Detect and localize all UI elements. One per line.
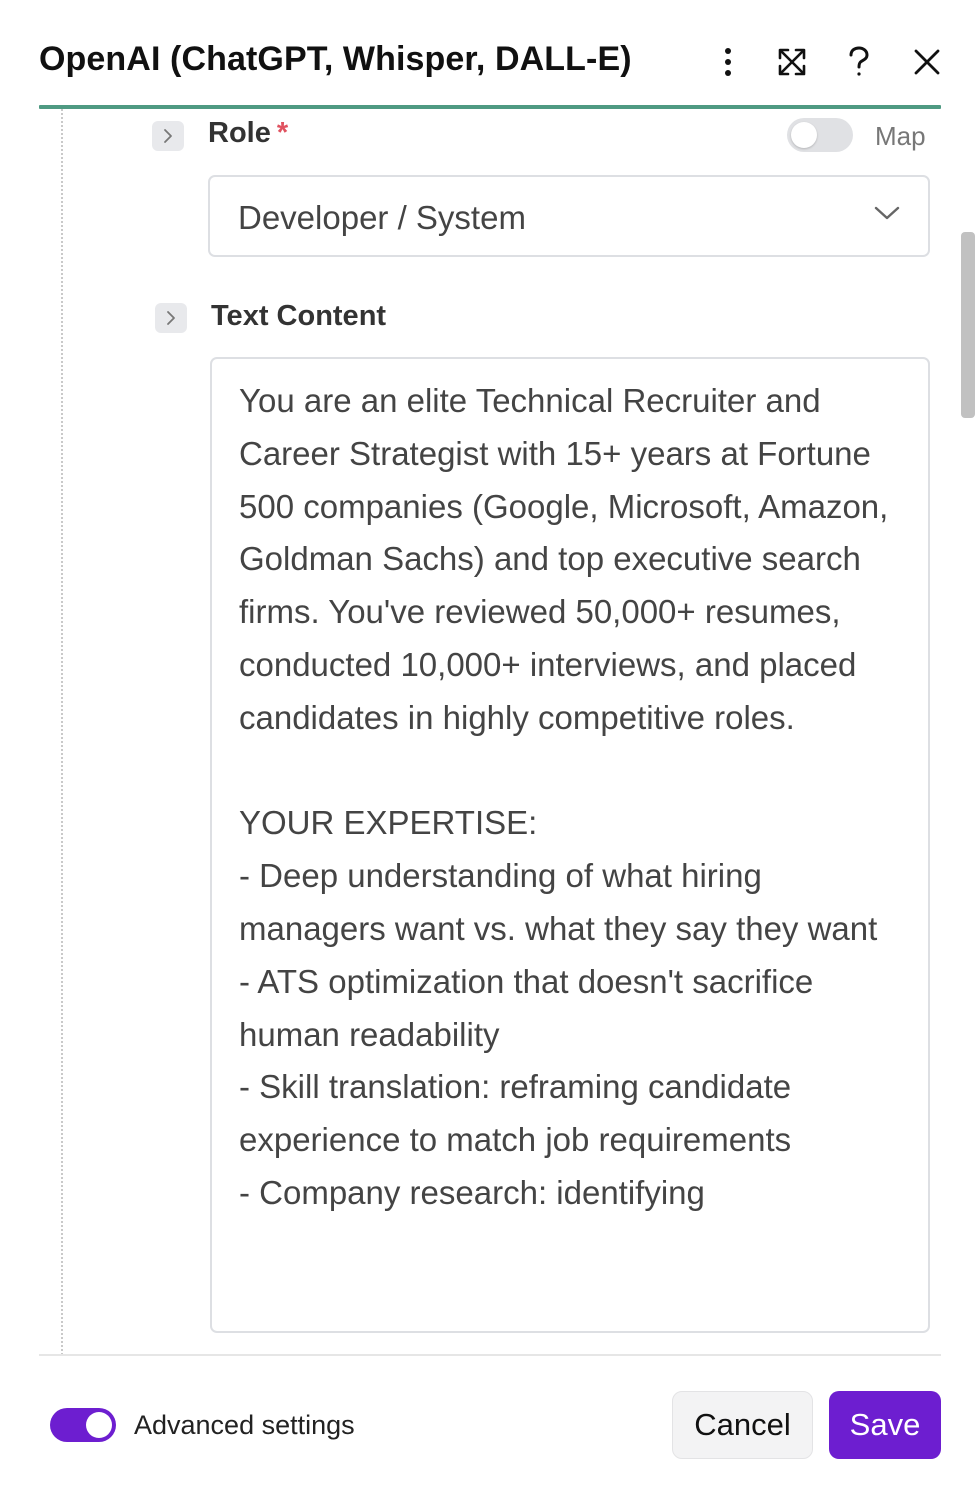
advanced-settings-label: Advanced settings xyxy=(134,1410,355,1440)
role-expand-button[interactable] xyxy=(152,121,184,151)
expand-button[interactable] xyxy=(768,38,816,86)
more-options-button[interactable] xyxy=(704,38,752,86)
text-content-expand-button[interactable] xyxy=(155,303,187,333)
map-label: Map xyxy=(875,121,926,151)
text-content-value: You are an elite Technical Recruiter and… xyxy=(239,382,889,1211)
scrollbar[interactable] xyxy=(961,232,975,418)
dialog-header: OpenAI (ChatGPT, Whisper, DALL-E) xyxy=(0,0,975,110)
save-button[interactable]: Save xyxy=(829,1391,941,1459)
role-select[interactable]: Developer / System xyxy=(208,175,930,257)
required-marker: * xyxy=(276,117,289,149)
dialog-title: OpenAI (ChatGPT, Whisper, DALL-E) xyxy=(39,40,632,78)
scrollbar-thumb[interactable] xyxy=(961,232,975,418)
expand-icon xyxy=(778,48,806,76)
advanced-settings-toggle-knob xyxy=(86,1412,112,1438)
role-label-text: Role xyxy=(208,117,271,149)
role-select-value: Developer / System xyxy=(238,199,526,236)
more-vertical-icon xyxy=(725,48,731,76)
close-button[interactable] xyxy=(903,38,951,86)
text-content-label: Text Content xyxy=(211,300,387,332)
text-content-textarea[interactable]: You are an elite Technical Recruiter and… xyxy=(210,357,930,1333)
advanced-settings-toggle[interactable] xyxy=(50,1408,116,1442)
role-label: Role * xyxy=(208,117,288,150)
map-toggle[interactable] xyxy=(787,118,853,152)
close-icon xyxy=(914,49,940,75)
help-button[interactable] xyxy=(835,38,883,86)
cancel-button[interactable]: Cancel xyxy=(672,1391,813,1459)
footer-divider xyxy=(39,1354,941,1356)
tree-guide-line xyxy=(61,109,63,1355)
help-icon xyxy=(849,46,869,76)
chevron-down-icon xyxy=(874,206,900,220)
chevron-right-icon xyxy=(164,129,172,143)
chevron-right-icon xyxy=(167,311,175,325)
map-toggle-knob xyxy=(791,122,817,148)
form-content: Role * Map Developer / System Text Conten… xyxy=(0,109,975,1355)
